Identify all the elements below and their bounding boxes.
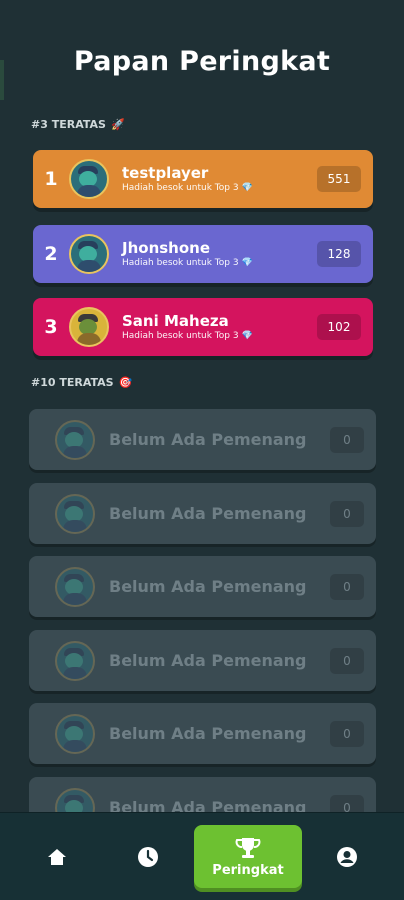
- rocket-icon: 🚀: [110, 118, 125, 131]
- home-icon: [48, 849, 66, 865]
- empty-winner-text: Belum Ada Pemenang: [109, 651, 307, 670]
- leaderboard-top-card[interactable]: 3 Sani Maheza Hadiah besok untuk Top 3 💎 …: [33, 298, 373, 356]
- score-badge: 0: [330, 573, 364, 600]
- avatar: [55, 493, 95, 534]
- score-badge: 0: [330, 720, 364, 747]
- diamond-icon: 💎: [241, 183, 253, 193]
- score-badge: 0: [330, 647, 364, 674]
- nav-history-button[interactable]: [128, 837, 168, 877]
- player-name: Jhonshone: [122, 239, 211, 257]
- score-badge: 128: [317, 241, 361, 267]
- avatar: [69, 234, 109, 274]
- nav-leaderboard-button[interactable]: Peringkat: [194, 825, 302, 888]
- leaderboard-empty-card[interactable]: Belum Ada Pemenang 0: [29, 409, 376, 470]
- score-badge: 0: [330, 426, 364, 453]
- page-title: Papan Peringkat: [73, 46, 331, 77]
- trophy-icon: [235, 837, 261, 858]
- leaderboard-empty-card[interactable]: Belum Ada Pemenang 0: [29, 483, 376, 544]
- reward-text: Hadiah besok untuk Top 3: [122, 331, 239, 341]
- leaderboard-top-card[interactable]: 2 Jhonshone Hadiah besok untuk Top 3 💎 12…: [33, 225, 373, 283]
- player-name: Sani Maheza: [122, 312, 229, 330]
- leaderboard-empty-card[interactable]: Belum Ada Pemenang 0: [29, 630, 376, 691]
- diamond-icon: 💎: [241, 331, 253, 341]
- diamond-icon: 💎: [241, 258, 253, 268]
- section-label-top3: #3 TERATAS 🚀: [31, 118, 125, 131]
- score-badge: 551: [317, 166, 361, 192]
- avatar: [55, 713, 95, 754]
- nav-profile-button[interactable]: [327, 837, 367, 877]
- empty-winner-text: Belum Ada Pemenang: [109, 577, 307, 596]
- rank-number: 3: [44, 316, 58, 338]
- score-badge: 0: [330, 500, 364, 527]
- section-label-top10: #10 TERATAS 🎯: [31, 376, 133, 389]
- score-badge: 102: [317, 314, 361, 340]
- nav-active-label: Peringkat: [212, 862, 284, 878]
- target-icon: 🎯: [118, 376, 133, 389]
- nav-home-button[interactable]: [37, 837, 77, 877]
- rank-number: 2: [44, 243, 58, 265]
- empty-winner-text: Belum Ada Pemenang: [109, 504, 307, 523]
- avatar: [69, 307, 109, 347]
- avatar: [55, 566, 95, 607]
- avatar: [69, 159, 109, 199]
- reward-text: Hadiah besok untuk Top 3: [122, 183, 239, 193]
- leaderboard-top-card[interactable]: 1 testplayer Hadiah besok untuk Top 3 💎 5…: [33, 150, 373, 208]
- leaderboard-empty-card[interactable]: Belum Ada Pemenang 0: [29, 556, 376, 617]
- leaderboard-empty-card[interactable]: Belum Ada Pemenang 0: [29, 703, 376, 764]
- empty-winner-text: Belum Ada Pemenang: [109, 724, 307, 743]
- empty-winner-text: Belum Ada Pemenang: [109, 430, 307, 449]
- avatar: [55, 419, 95, 460]
- profile-icon: [337, 847, 357, 867]
- rank-number: 1: [44, 168, 58, 190]
- clock-icon: [138, 847, 158, 867]
- reward-text: Hadiah besok untuk Top 3: [122, 258, 239, 268]
- player-name: testplayer: [122, 164, 209, 182]
- avatar: [55, 640, 95, 681]
- bottom-nav: Peringkat: [0, 812, 404, 900]
